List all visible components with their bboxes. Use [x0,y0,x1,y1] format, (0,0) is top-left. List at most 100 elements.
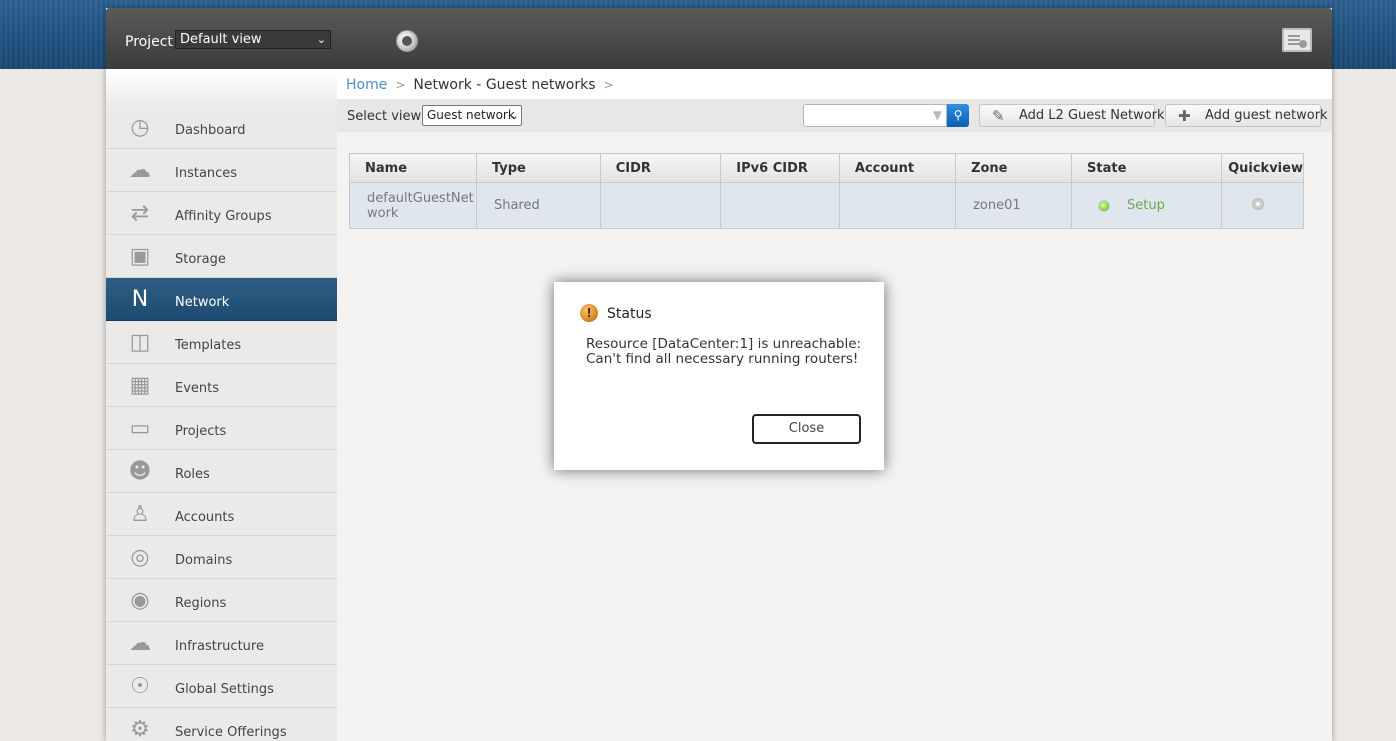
roles-icon: ☻ [128,459,152,484]
cell-quickview [1221,182,1304,229]
global-settings-icon: ☉ [130,674,150,699]
cell-cidr [600,182,722,229]
sidebar-item-label: Regions [175,596,227,611]
select-view-value: Guest network [427,108,515,122]
dialog-message-line1: Resource [DataCenter:1] is unreachable: [586,336,862,352]
sidebar-item-domains[interactable]: ◎ Domains [106,536,337,579]
column-header-type[interactable]: Type [476,153,601,183]
cloud-icon: ☁ [129,158,151,183]
sidebar-item-roles[interactable]: ☻ Roles [106,450,337,493]
breadcrumb-separator: > [603,78,614,92]
sidebar-item-label: Infrastructure [175,639,264,654]
quickview-icon[interactable] [1252,197,1265,210]
sidebar-item-label: Events [175,381,220,396]
dialog-message-line2: Can't find all necessary running routers… [586,351,859,367]
add-l2-guest-network-button[interactable]: ✎ Add L2 Guest Network [979,104,1165,127]
project-label: Project [125,34,173,50]
breadcrumb-home[interactable]: Home [346,77,387,93]
infrastructure-icon: ☁ [129,631,151,656]
certificate-icon[interactable] [1282,28,1312,52]
sidebar-item-events[interactable]: ▦ Events [106,364,337,407]
column-header-name[interactable]: Name [349,153,477,183]
dialog-title: Status [607,306,652,322]
sidebar-item-label: Projects [175,424,227,439]
dropdown-triangle-icon[interactable]: ▼ [933,108,942,122]
column-header-quickview: Quickview [1221,153,1304,183]
folder-icon: ▭ [129,416,151,441]
storage-icon: ▣ [129,244,151,269]
cell-ipv6-cidr [720,182,840,229]
sidebar-item-label: Network [175,295,230,310]
column-header-state[interactable]: State [1071,153,1223,183]
breadcrumb-current[interactable]: Network - Guest networks [413,77,595,93]
sidebar-item-affinity-groups[interactable]: ⇄ Affinity Groups [106,192,337,235]
globe-icon[interactable] [396,30,418,52]
sidebar-item-instances[interactable]: ☁ Instances [106,149,337,192]
gear-icon: ⚙ [130,717,150,741]
chevron-down-icon: ⌄ [509,109,519,122]
select-view-dropdown[interactable]: Guest network ⌄ [422,105,522,126]
status-dialog: ! Status Resource [DataCenter:1] is unre… [554,282,884,470]
edit-icon: ✎ [992,107,1005,125]
add-guest-network-label: Add guest network [1205,108,1328,123]
breadcrumb: Home > Network - Guest networks > [337,69,1332,99]
sidebar-item-network[interactable]: N Network [106,278,337,321]
table-row[interactable]: defaultGuestNet work Shared zone01 Setup [349,182,1304,229]
sidebar-item-storage[interactable]: ▣ Storage [106,235,337,278]
state-text: Setup [1127,198,1165,213]
column-header-cidr[interactable]: CIDR [600,153,722,183]
warning-icon: ! [580,304,598,322]
search-button[interactable]: ⚲ [947,104,969,127]
sidebar-item-label: Domains [175,553,233,568]
user-icon: ♙ [130,502,150,527]
sidebar-item-service-offerings[interactable]: ⚙ Service Offerings [106,708,337,741]
domains-icon: ◎ [130,545,150,570]
sidebar-item-label: Affinity Groups [175,209,272,224]
plus-icon: ✚ [1178,107,1191,125]
dialog-message: Resource [DataCenter:1] is unreachable: … [586,337,871,367]
sidebar-item-label: Roles [175,467,210,482]
network-icon: N [131,287,149,312]
column-header-ipv6-cidr[interactable]: IPv6 CIDR [720,153,840,183]
toolbar: Select view: Guest network ⌄ ▼ ⚲ ✎ Add L… [337,99,1332,132]
select-view-label: Select view: [347,109,425,124]
sidebar-item-infrastructure[interactable]: ☁ Infrastructure [106,622,337,665]
project-select-value: Default view [180,32,262,47]
column-header-zone[interactable]: Zone [955,153,1073,183]
sidebar-item-label: Storage [175,252,226,267]
state-indicator-icon [1098,199,1111,212]
cell-account [839,182,957,229]
sidebar-item-accounts[interactable]: ♙ Accounts [106,493,337,536]
sidebar-item-label: Service Offerings [175,725,287,740]
table-header-row: Name Type CIDR IPv6 CIDR Account Zone St… [349,153,1304,183]
chevron-down-icon: ⌄ [316,33,326,46]
dashboard-icon: ◷ [130,115,150,140]
search-input[interactable]: ▼ [803,104,947,127]
calendar-icon: ▦ [129,373,151,398]
sidebar: ◷ Dashboard ☁ Instances ⇄ Affinity Group… [106,69,337,741]
sidebar-item-projects[interactable]: ▭ Projects [106,407,337,450]
globe-icon: ◉ [130,588,150,613]
sidebar-item-dashboard[interactable]: ◷ Dashboard [106,106,337,149]
cell-zone: zone01 [955,182,1073,229]
breadcrumb-separator: > [395,78,406,92]
sidebar-item-label: Templates [175,338,242,353]
project-select[interactable]: Default view ⌄ [175,30,331,49]
sidebar-item-global-settings[interactable]: ☉ Global Settings [106,665,337,708]
sidebar-item-regions[interactable]: ◉ Regions [106,579,337,622]
sidebar-top [106,69,337,106]
header-bar: Project Default view ⌄ [106,8,1332,69]
close-button[interactable]: Close [752,414,861,444]
sidebar-item-label: Instances [175,166,238,181]
add-guest-network-button[interactable]: ✚ Add guest network [1165,104,1328,127]
sidebar-item-label: Global Settings [175,682,274,697]
networks-table: Name Type CIDR IPv6 CIDR Account Zone St… [349,153,1304,229]
templates-icon: ◫ [129,330,151,355]
sidebar-item-templates[interactable]: ◫ Templates [106,321,337,364]
sidebar-item-label: Dashboard [175,123,246,138]
search-icon: ⚲ [953,108,963,122]
affinity-cloud-icon: ⇄ [130,201,150,226]
cell-name: defaultGuestNet work [349,182,477,229]
cell-name-line1: defaultGuestNet [367,190,474,206]
column-header-account[interactable]: Account [839,153,957,183]
